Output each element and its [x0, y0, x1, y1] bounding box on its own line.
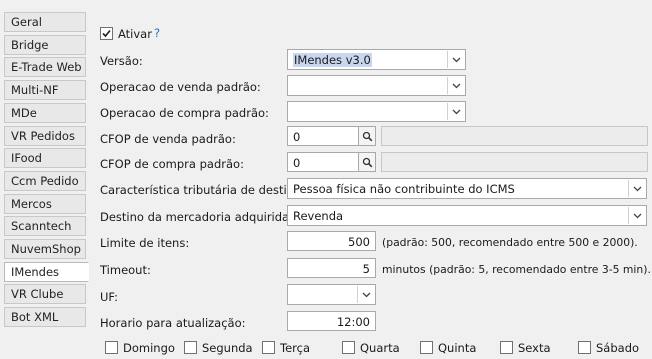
timeout-hint: minutos (padrão: 5, recomendado entre 3-… [382, 263, 651, 276]
tab-geral[interactable]: Geral [4, 12, 86, 32]
cfop-compra-label: CFOP de compra padrão: [100, 157, 244, 171]
weekday-label: Segunda [202, 341, 253, 355]
cfop-compra-description [381, 152, 648, 172]
search-icon [362, 131, 372, 141]
weekday-label: Quinta [438, 341, 477, 355]
destino-select[interactable]: Revenda [287, 205, 647, 226]
weekday-checkbox-0[interactable] [105, 341, 118, 354]
op-compra-select[interactable] [287, 101, 466, 122]
op-venda-select[interactable] [287, 75, 466, 96]
chevron-down-icon [447, 51, 464, 68]
weekday-checkbox-4[interactable] [420, 341, 433, 354]
limite-input[interactable]: 500 [287, 231, 376, 251]
versao-value: IMendes v3.0 [293, 53, 372, 67]
tab-mde[interactable]: MDe [4, 102, 86, 123]
weekday-checkbox-2[interactable] [262, 341, 275, 354]
uf-select[interactable] [287, 284, 376, 305]
weekday-checkbox-6[interactable] [578, 341, 591, 354]
tab-nuvemshop[interactable]: NuvemShop [4, 239, 86, 259]
weekday-label: Sábado [596, 341, 640, 355]
tab-vr-pedidos[interactable]: VR Pedidos [4, 125, 86, 146]
chevron-down-icon [628, 207, 645, 224]
chevron-down-icon [447, 103, 464, 120]
tab-vr-clube[interactable]: VR Clube [4, 284, 86, 305]
tab-e-trade-web[interactable]: E-Trade Web [4, 57, 86, 78]
caracteristica-select[interactable]: Pessoa física não contribuinte do ICMS [287, 178, 647, 199]
tab-imendes[interactable]: IMendes [4, 261, 89, 282]
caracteristica-label: Característica tributária de destino: [100, 183, 305, 197]
op-venda-label: Operacao de venda padrão: [100, 80, 261, 94]
tab-scanntech[interactable]: Scanntech [4, 216, 86, 237]
chevron-down-icon [628, 180, 645, 197]
versao-select[interactable]: IMendes v3.0 [287, 49, 466, 70]
weekday-label: Terça [280, 341, 310, 355]
tab-mercos[interactable]: Mercos [4, 193, 86, 214]
tab-ifood[interactable]: IFood [4, 148, 86, 169]
horario-label: Horario para atualização: [100, 316, 246, 330]
limite-hint: (padrão: 500, recomendado entre 500 e 20… [382, 236, 638, 249]
destino-label: Destino da mercadoria adquirida: [100, 210, 293, 224]
cfop-compra-search-button[interactable] [358, 152, 376, 172]
tab-bot-xml[interactable]: Bot XML [4, 307, 86, 328]
ativar-label: Ativar [118, 27, 152, 41]
tab-bridge[interactable]: Bridge [4, 34, 86, 55]
cfop-venda-search-button[interactable] [358, 126, 376, 146]
weekday-label: Quarta [360, 341, 400, 355]
ativar-checkbox[interactable] [100, 27, 113, 40]
timeout-label: Timeout: [100, 263, 151, 277]
chevron-down-icon [447, 77, 464, 94]
tab-multi-nf[interactable]: Multi-NF [4, 80, 86, 101]
weekday-checkbox-3[interactable] [342, 341, 355, 354]
uf-label: UF: [100, 290, 119, 304]
destino-value: Revenda [293, 209, 344, 223]
cfop-venda-input[interactable]: 0 [287, 126, 359, 146]
weekday-label: Sexta [518, 341, 551, 355]
caracteristica-value: Pessoa física não contribuinte do ICMS [293, 182, 515, 196]
check-icon [102, 29, 111, 38]
sidebar-tabs: Geral Bridge E-Trade Web Multi-NF MDe VR Pedi… [0, 0, 89, 359]
cfop-venda-description [381, 126, 648, 146]
op-compra-label: Operacao de compra padrão: [100, 106, 269, 120]
limite-label: Limite de itens: [100, 236, 190, 250]
weekday-checkbox-5[interactable] [500, 341, 513, 354]
versao-label: Versão: [100, 54, 143, 68]
horario-input[interactable]: 12:00 [287, 311, 376, 331]
imendes-settings-panel: Ativar ? Versão: IMendes v3.0 Operacao d… [88, 0, 652, 359]
tab-ccm-pedido[interactable]: Ccm Pedido [4, 170, 86, 191]
search-icon [362, 157, 372, 167]
help-icon[interactable]: ? [154, 26, 160, 40]
cfop-compra-input[interactable]: 0 [287, 152, 359, 172]
weekday-label: Domingo [123, 341, 175, 355]
timeout-input[interactable]: 5 [287, 258, 376, 278]
cfop-venda-label: CFOP de venda padrão: [100, 132, 236, 146]
chevron-down-icon [357, 286, 374, 303]
weekday-checkbox-1[interactable] [184, 341, 197, 354]
